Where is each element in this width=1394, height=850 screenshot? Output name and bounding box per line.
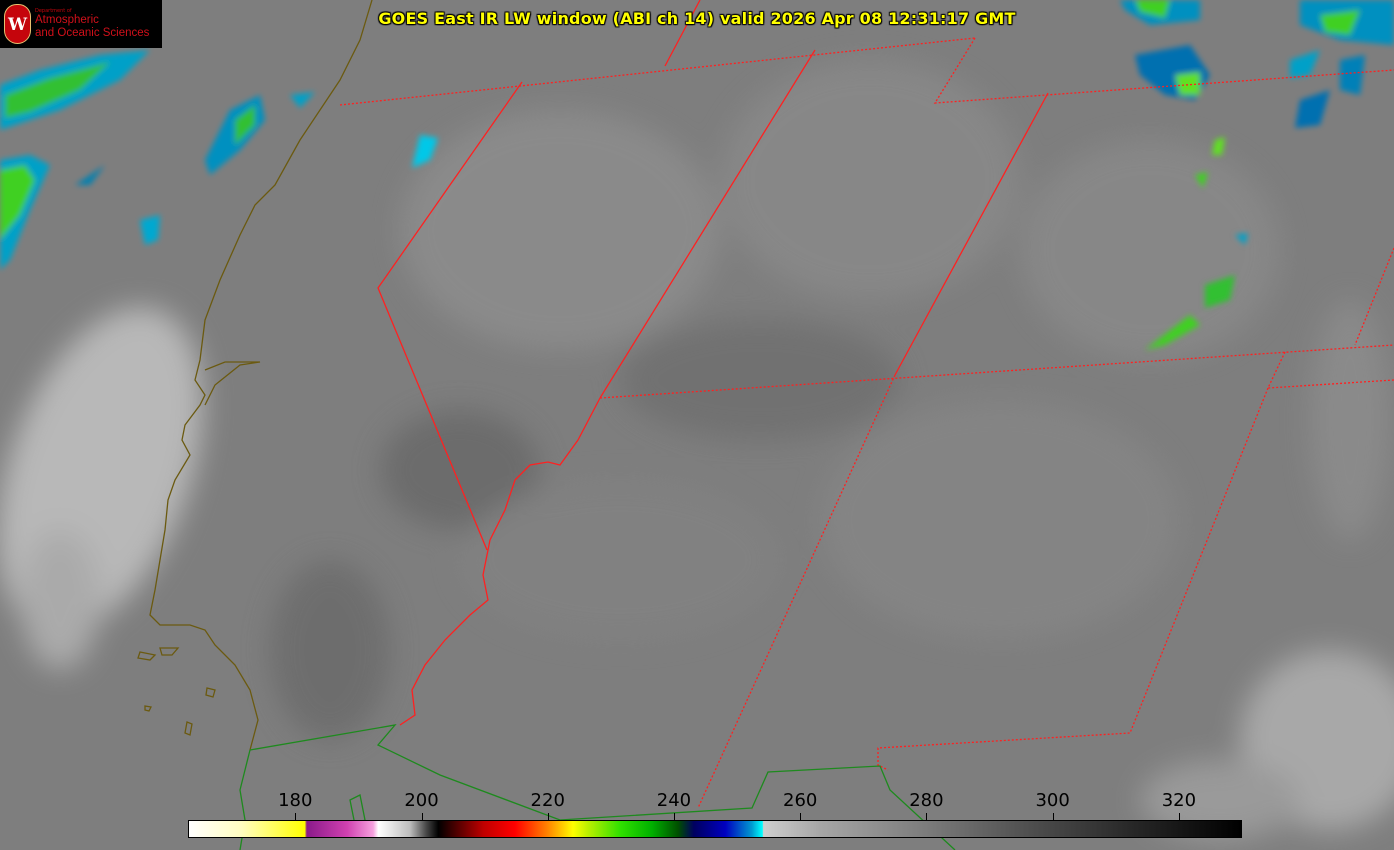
temperature-colorbar [188, 820, 1242, 838]
colorbar-tick-label: 260 [783, 790, 818, 811]
colorbar-tick-label: 240 [656, 790, 692, 811]
satellite-map [0, 0, 1394, 850]
colorbar-tick-mark [1179, 813, 1180, 821]
logo-line-2: and Oceanic Sciences [35, 27, 150, 39]
colorbar-tick-mark [295, 813, 296, 821]
colorbar-tick-mark [674, 813, 675, 821]
colorbar-tick-label: 300 [1035, 790, 1070, 811]
colorbar-tick-label: 220 [530, 790, 565, 811]
colorbar-tick-mark [548, 813, 549, 821]
colorbar-tick-label: 200 [404, 790, 439, 811]
university-seal-icon: W [4, 4, 31, 44]
colorbar-tick-mark [1053, 813, 1054, 821]
map-title: GOES East IR LW window (ABI ch 14) valid… [378, 9, 1016, 28]
institution-logo: W Department of Atmospheric and Oceanic … [0, 0, 162, 48]
colorbar-tick-mark [800, 813, 801, 821]
colorbar-tick-label: 320 [1161, 790, 1197, 811]
logo-line-1: Atmospheric [35, 14, 99, 26]
colorbar-tick-label: 280 [909, 790, 944, 811]
colorbar-tick-mark [422, 813, 423, 821]
colorbar-tick-mark [926, 813, 927, 821]
colorbar-tick-label: 180 [278, 790, 313, 811]
